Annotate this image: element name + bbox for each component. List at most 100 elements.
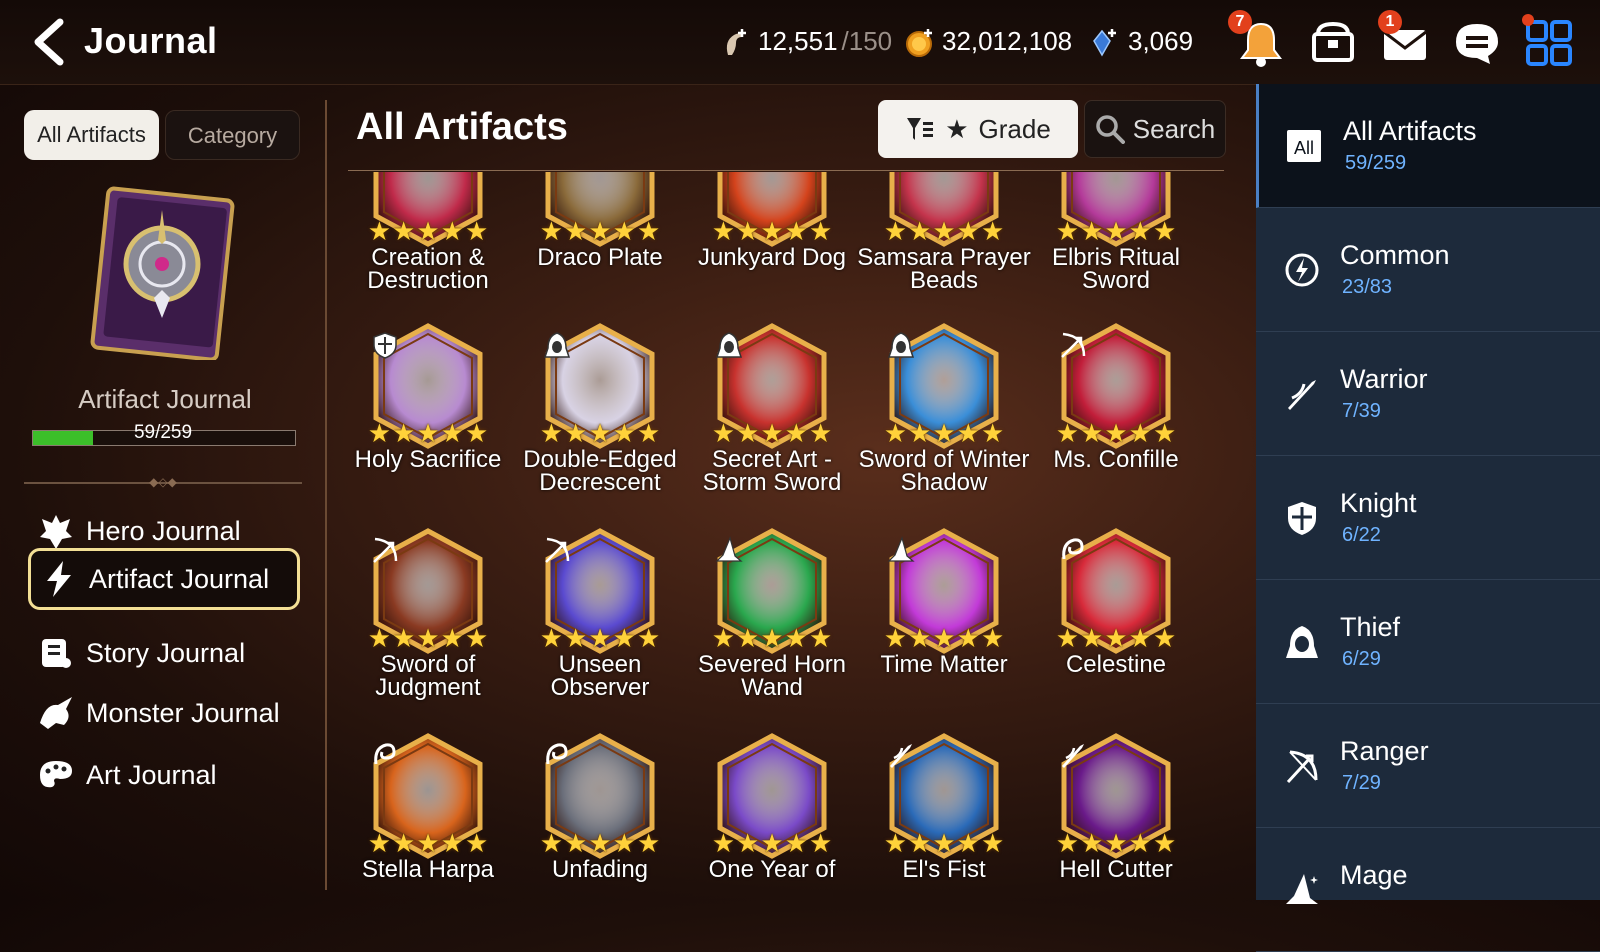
star-icon: ★ <box>539 623 564 653</box>
category-thief[interactable]: Thief 6/29 <box>1256 580 1600 704</box>
star-icon: ★ <box>612 828 636 858</box>
artifact-card[interactable]: ★ ★ ★ ★ ★ Time Matter <box>856 527 1032 727</box>
crystal-icon <box>1093 28 1116 57</box>
storage-chest-icon[interactable] <box>1304 14 1362 72</box>
artifact-name-line: Creation & <box>371 244 485 271</box>
artifact-name-line: Wand <box>741 674 803 701</box>
back-arrow-icon[interactable] <box>26 18 70 66</box>
thief-hood-icon <box>1286 626 1318 658</box>
artifact-name: Draco Plate <box>512 246 688 270</box>
nav-art-journal[interactable]: Art Journal <box>28 746 300 804</box>
gold-coin-icon <box>906 28 932 57</box>
category-mage[interactable]: Mage <box>1256 828 1600 952</box>
star-icon: ★ <box>636 216 661 246</box>
left-panel: All Artifacts Category Artifact Journal … <box>0 84 320 900</box>
artifact-card[interactable]: ★ ★ ★ ★ ★ Unfading <box>512 732 688 900</box>
artifact-card[interactable]: ★ ★ ★ ★ ★ El's Fist <box>856 732 1032 900</box>
star-icon: ★ <box>416 828 440 858</box>
artifact-card[interactable]: ★ ★ ★ ★ ★ Hell Cutter <box>1028 732 1204 900</box>
tab-all-artifacts[interactable]: All Artifacts <box>24 110 159 160</box>
mail-badge: 1 <box>1378 10 1402 34</box>
star-icon: ★ <box>1104 418 1128 448</box>
search-button[interactable]: Search <box>1084 100 1226 158</box>
artifact-card[interactable]: ★ ★ ★ ★ ★ Junkyard Dog <box>684 172 860 320</box>
artifact-card[interactable]: ★ ★ ★ ★ ★ Severed Horn Wand <box>684 527 860 727</box>
star-icon: ★ <box>932 216 956 246</box>
star-icon: ★ <box>956 623 980 653</box>
artifact-card[interactable]: ★ ★ ★ ★ ★ Elbris Ritual Sword <box>1028 172 1204 320</box>
search-label: Search <box>1132 113 1216 144</box>
scroll-icon <box>42 639 71 668</box>
nav-label: Art Journal <box>86 759 217 790</box>
artifact-name-line: Hell Cutter <box>1059 856 1173 883</box>
crystal-display[interactable]: 3,069 <box>1090 26 1193 57</box>
star-icon: ★ <box>636 418 661 448</box>
artifact-name: Secret Art - Storm Sword <box>684 448 860 495</box>
artifact-name: Ms. Confille <box>1028 448 1204 472</box>
sort-filter-icon <box>907 118 934 140</box>
category-ranger[interactable]: Ranger 7/29 <box>1256 704 1600 828</box>
star-icon: ★ <box>760 623 784 653</box>
star-icon: ★ <box>908 828 932 858</box>
journal-progress-text: 59/259 <box>133 422 193 443</box>
artifact-card[interactable]: ★ ★ ★ ★ ★ Sword of Winter Shadow <box>856 322 1032 522</box>
gold-display[interactable]: 32,012,108 <box>904 26 1072 57</box>
artifact-card[interactable]: ★ ★ ★ ★ ★ Stella Harpa <box>340 732 516 900</box>
grade-sort-button[interactable]: ★ Grade <box>878 100 1078 158</box>
star-icon: ★ <box>539 216 564 246</box>
category-count: 6/29 <box>1342 648 1381 670</box>
panel-divider <box>325 100 327 890</box>
artifact-card[interactable]: ★ ★ ★ ★ ★ Ms. Confille <box>1028 322 1204 522</box>
star-rating: ★ ★ ★ ★ ★ <box>881 623 1007 653</box>
category-count: 7/39 <box>1342 400 1381 422</box>
star-icon: ★ <box>1104 623 1128 653</box>
nav-label: Artifact Journal <box>89 563 270 594</box>
artifact-name-line: Sword of <box>380 651 476 678</box>
star-icon: ★ <box>416 418 440 448</box>
star-icon: ★ <box>464 418 489 448</box>
artifact-grid: ★ ★ ★ ★ ★ Creation & Destruction ★ ★ ★ ★ ★ Draco Pl… <box>340 172 1240 900</box>
star-icon: ★ <box>784 623 808 653</box>
artifact-name-line: Severed Horn <box>697 651 847 678</box>
artifact-name: Sword of Winter Shadow <box>856 448 1032 495</box>
star-icon: ★ <box>760 216 784 246</box>
star-icon: ★ <box>932 828 956 858</box>
star-icon: ★ <box>1104 216 1128 246</box>
artifact-name: Hell Cutter <box>1028 856 1204 883</box>
stamina-display[interactable]: 12,551/150 <box>720 26 892 57</box>
tab-category[interactable]: Category <box>165 110 300 160</box>
star-icon: ★ <box>932 418 956 448</box>
thief-class-icon <box>715 332 743 358</box>
artifact-card[interactable]: ★ ★ ★ ★ ★ Creation & Destruction <box>340 172 516 320</box>
star-icon: ★ <box>1080 418 1104 448</box>
ranger-class-icon <box>1061 332 1086 358</box>
nav-artifact-journal[interactable]: Artifact Journal <box>28 548 300 610</box>
artifact-card[interactable]: ★ ★ ★ ★ ★ Secret Art - Storm Sword <box>684 322 860 522</box>
star-icon: ★ <box>1055 828 1080 858</box>
star-icon: ★ <box>1128 418 1152 448</box>
artifact-card[interactable]: ★ ★ ★ ★ ★ Unseen Observer <box>512 527 688 727</box>
all-icon: All <box>1287 130 1321 162</box>
star-icon: ★ <box>908 623 932 653</box>
artifact-card[interactable]: ★ ★ ★ ★ ★ Celestine <box>1028 527 1204 727</box>
monster-icon <box>40 697 72 729</box>
knight-shield-icon <box>1288 502 1316 535</box>
category-common[interactable]: Common 23/83 <box>1256 208 1600 332</box>
category-warrior[interactable]: Warrior 7/39 <box>1256 332 1600 456</box>
category-all-artifacts[interactable]: All All Artifacts 59/259 <box>1256 84 1600 208</box>
artifact-card[interactable]: ★ ★ ★ ★ ★ Draco Plate <box>512 172 688 320</box>
chat-icon[interactable] <box>1448 14 1506 72</box>
artifact-name: Celestine <box>1028 653 1204 677</box>
artifact-card[interactable]: ★ ★ ★ ★ ★ Samsara Prayer Beads <box>856 172 1032 320</box>
star-icon: ★ <box>367 418 392 448</box>
star-icon: ★ <box>1152 418 1177 448</box>
star-icon: ★ <box>564 828 588 858</box>
artifact-card[interactable]: ★ ★ ★ ★ ★ Sword of Judgment <box>340 527 516 727</box>
nav-monster-journal[interactable]: Monster Journal <box>28 684 300 742</box>
nav-story-journal[interactable]: Story Journal <box>28 624 300 682</box>
artifact-card[interactable]: ★ ★ ★ ★ ★ Double-Edged Decrescent <box>512 322 688 522</box>
artifact-card[interactable]: ★ ★ ★ ★ ★ One Year of <box>684 732 860 900</box>
star-icon: ★ <box>440 418 464 448</box>
category-knight[interactable]: Knight 6/22 <box>1256 456 1600 580</box>
artifact-card[interactable]: ★ ★ ★ ★ ★ Holy Sacrifice <box>340 322 516 522</box>
